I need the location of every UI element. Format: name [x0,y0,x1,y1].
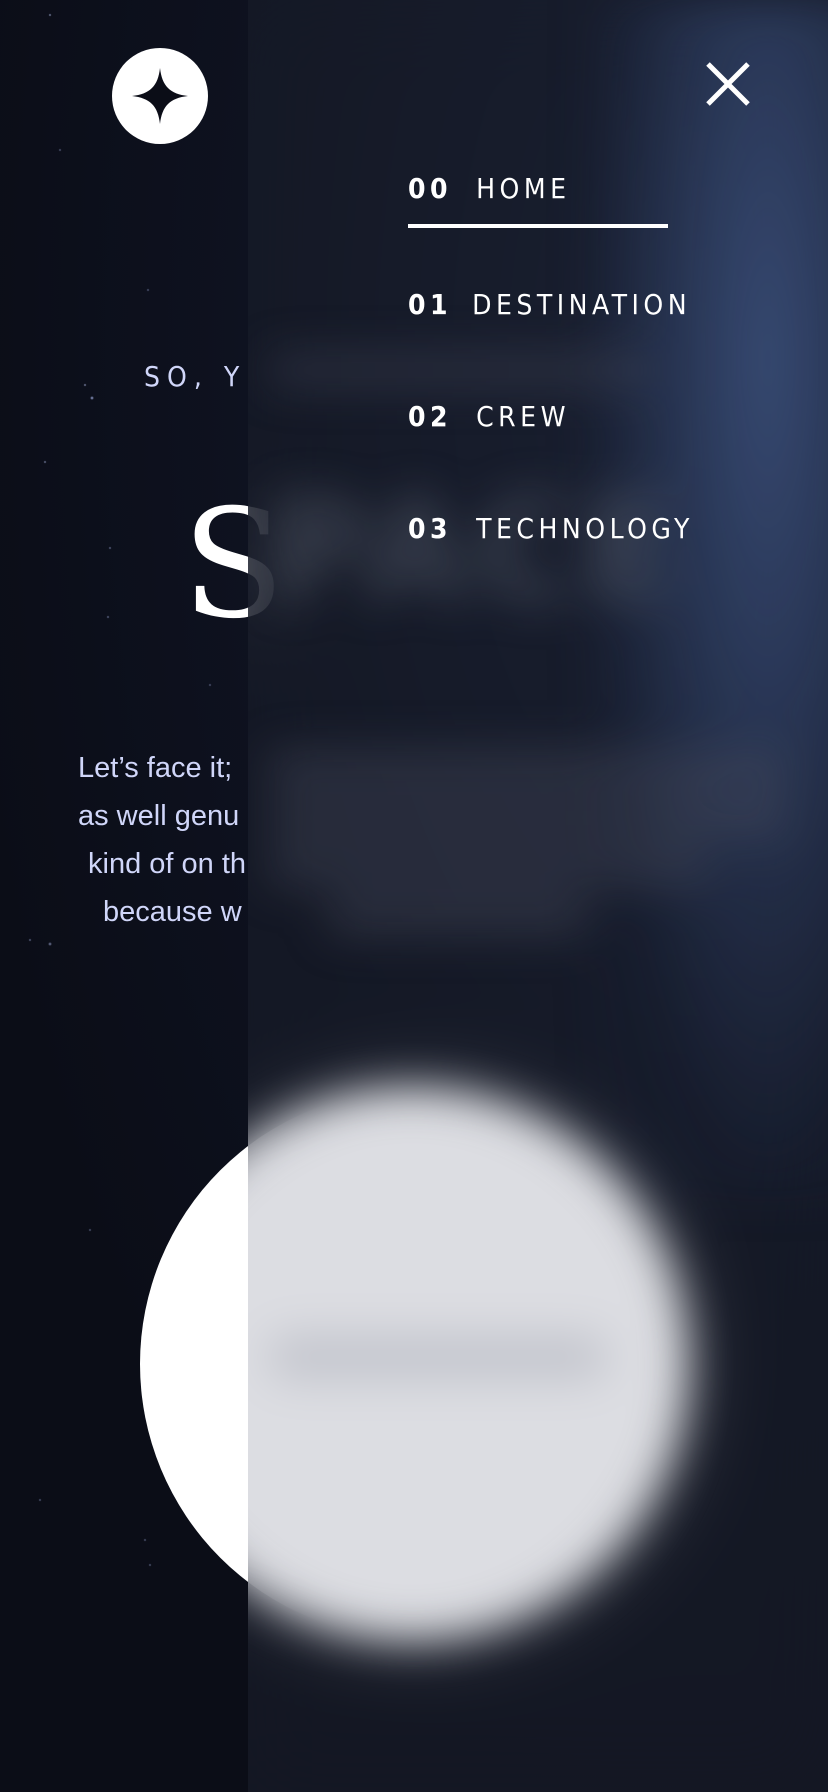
backdrop-eyebrow [268,355,648,385]
close-icon [706,62,750,106]
nav-item-home[interactable]: 00 HOME [408,160,668,228]
four-point-star-icon [132,68,188,124]
nav-item-label: DESTINATION [472,287,692,321]
nav-item-label: CREW [476,399,570,433]
nav-item-crew[interactable]: 02 CREW [408,388,570,444]
page: SO, Y S Let’s face it; as well genu kind… [0,0,828,1792]
backdrop-explore-label [268,1335,608,1379]
backdrop-glow [588,0,828,1200]
nav-item-number: 01 [408,287,453,321]
nav-item-technology[interactable]: 03 TECHNOLOGY [408,500,694,556]
backdrop-explore-circle [248,1090,686,1638]
backdrop-text [268,846,708,886]
nav-item-number: 00 [408,171,453,205]
nav-item-number: 03 [408,511,453,545]
drawer-backdrop-blur: PACE [248,0,828,1792]
nav-item-number: 02 [408,399,453,433]
nav-drawer: PACE 00 HOME 01 DESTINATION 02 CREW 03 T… [248,0,828,1792]
backdrop-text [268,750,788,790]
close-menu-button[interactable] [700,56,756,112]
nav-item-destination[interactable]: 01 DESTINATION [408,276,691,332]
nav-item-label: HOME [476,171,571,205]
backdrop-text [328,894,588,934]
nav-item-label: TECHNOLOGY [476,511,694,545]
backdrop-text [268,798,788,838]
logo[interactable] [112,48,208,144]
